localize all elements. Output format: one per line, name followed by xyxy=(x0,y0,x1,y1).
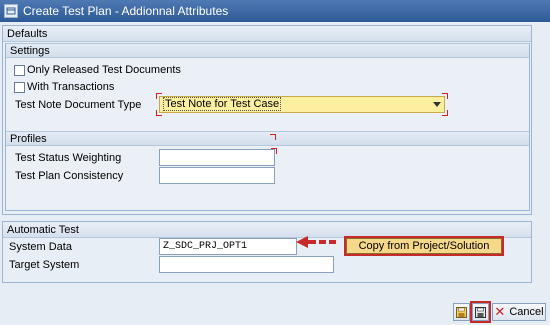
cancel-label: Cancel xyxy=(509,306,544,318)
save-check-icon xyxy=(475,306,486,318)
required-marker-icon xyxy=(442,110,448,116)
required-marker-icon xyxy=(271,148,277,154)
only-released-label: Only Released Test Documents xyxy=(27,64,181,76)
settings-header: Settings xyxy=(6,43,529,58)
with-transactions-checkbox[interactable] xyxy=(14,82,25,93)
status-weighting-field[interactable] xyxy=(159,149,275,166)
target-system-label: Target System xyxy=(9,259,80,271)
status-weighting-label: Test Status Weighting xyxy=(15,152,122,164)
required-marker-icon xyxy=(270,134,276,140)
arrow-left-icon xyxy=(296,236,336,248)
required-marker-icon xyxy=(442,93,448,99)
plan-consistency-label: Test Plan Consistency xyxy=(15,170,124,182)
profiles-header: Profiles xyxy=(6,131,529,146)
cancel-button[interactable]: ✕ Cancel xyxy=(492,303,546,321)
plan-consistency-field[interactable] xyxy=(159,167,275,184)
test-note-type-dropdown[interactable]: Test Note for Test Case xyxy=(159,96,445,113)
dropdown-arrow-icon[interactable] xyxy=(433,102,441,107)
window-titlebar: Create Test Plan - Addionnal Attributes xyxy=(0,0,550,22)
confirm-save-button[interactable] xyxy=(470,301,491,323)
cancel-x-icon: ✕ xyxy=(494,304,506,319)
system-data-field[interactable]: Z_SDC_PRJ_OPT1 xyxy=(159,238,297,255)
copy-from-project-button[interactable]: Copy from Project/Solution xyxy=(344,236,504,256)
window-title: Create Test Plan - Addionnal Attributes xyxy=(23,4,229,18)
window-icon xyxy=(4,4,18,18)
defaults-header: Defaults xyxy=(3,26,531,42)
dialog-body: Defaults Settings Only Released Test Doc… xyxy=(0,22,550,325)
system-data-label: System Data xyxy=(9,241,72,253)
save-draft-button[interactable] xyxy=(453,303,470,321)
test-note-type-label: Test Note Document Type xyxy=(15,99,142,111)
test-note-type-value: Test Note for Test Case xyxy=(163,97,282,111)
required-marker-icon xyxy=(156,93,162,99)
required-marker-icon xyxy=(156,110,162,116)
only-released-checkbox[interactable] xyxy=(14,65,25,76)
target-system-field[interactable] xyxy=(159,256,334,273)
with-transactions-label: With Transactions xyxy=(27,81,115,93)
save-icon xyxy=(456,306,467,318)
